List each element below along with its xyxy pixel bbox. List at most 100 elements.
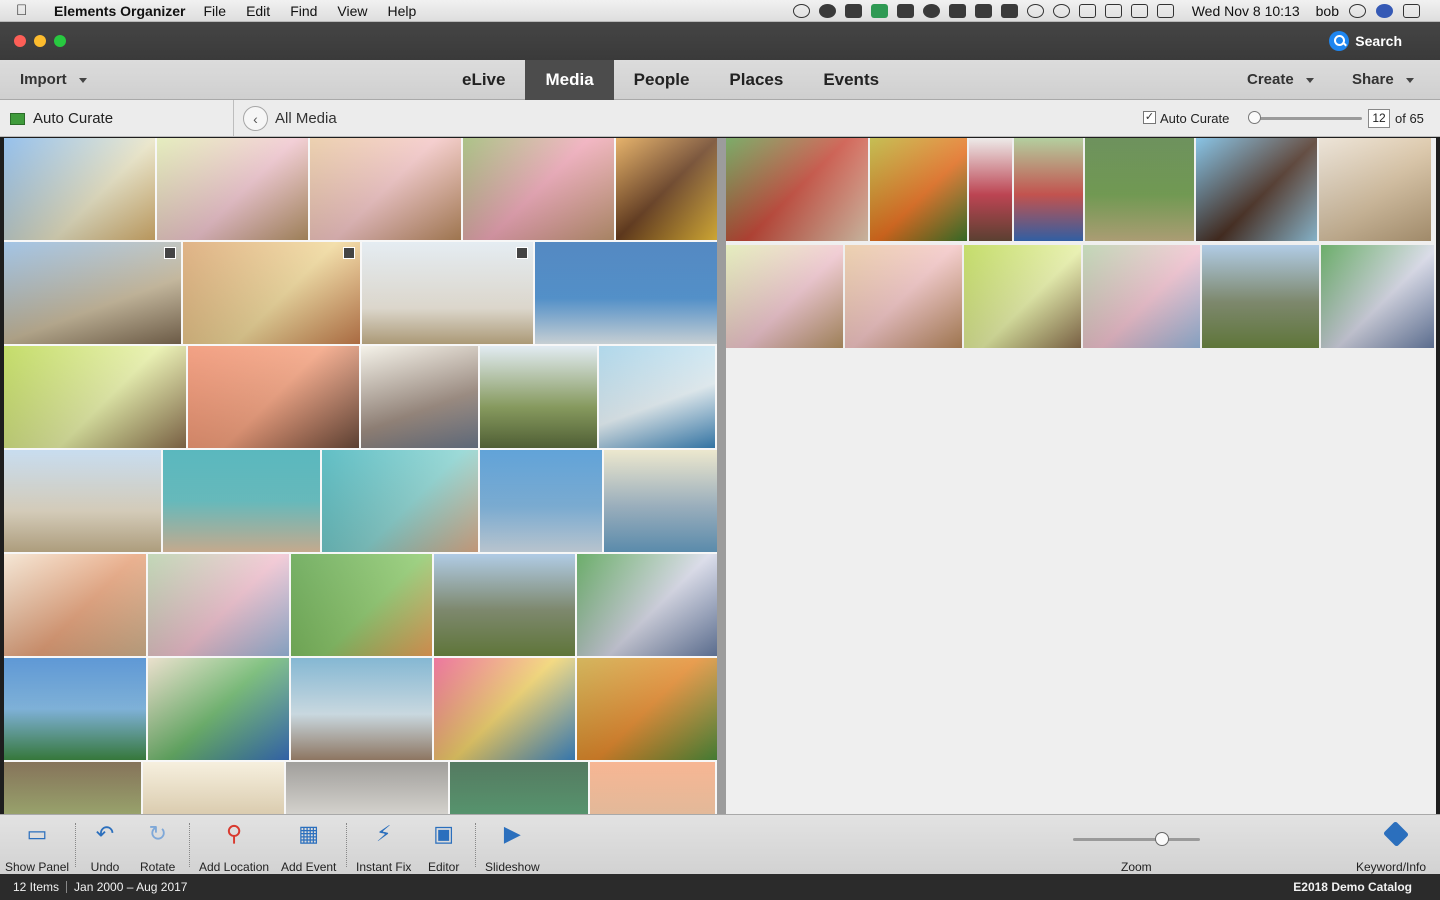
wifi-icon[interactable] — [1104, 3, 1122, 18]
search-agent-icon[interactable] — [1026, 3, 1044, 18]
photo-thumbnail[interactable] — [163, 450, 320, 552]
time-machine-icon[interactable] — [1052, 3, 1070, 18]
photo-thumbnail[interactable] — [157, 138, 308, 240]
battery-icon[interactable] — [1156, 3, 1174, 18]
photo-thumbnail[interactable] — [577, 658, 717, 760]
clock[interactable]: Wed Nov 8 10:13 — [1192, 3, 1300, 19]
show-panel-button[interactable]: ▭ Show Panel — [5, 819, 69, 874]
photo-thumbnail[interactable] — [480, 450, 602, 552]
photo-thumbnail[interactable] — [870, 138, 967, 241]
zoom-slider-thumb[interactable] — [1154, 832, 1169, 846]
photo-thumbnail[interactable] — [434, 658, 575, 760]
zoom-window-button[interactable] — [54, 35, 66, 47]
bluetooth-icon[interactable] — [1078, 3, 1096, 18]
photo-thumbnail[interactable] — [188, 346, 359, 448]
undo-button[interactable]: ↶ Undo — [90, 819, 120, 874]
menu-edit[interactable]: Edit — [246, 3, 270, 19]
photo-thumbnail[interactable] — [4, 658, 146, 760]
drive-icon[interactable] — [896, 3, 914, 18]
photo-thumbnail[interactable] — [1196, 138, 1317, 241]
photo-thumbnail[interactable] — [726, 138, 868, 241]
siri-icon[interactable] — [1376, 3, 1393, 18]
menu-view[interactable]: View — [337, 3, 367, 19]
photo-thumbnail[interactable] — [590, 762, 715, 814]
photo-thumbnail[interactable] — [4, 450, 161, 552]
photo-thumbnail[interactable] — [1202, 245, 1319, 348]
photo-thumbnail[interactable] — [143, 762, 284, 814]
slideshow-button[interactable]: ▶ Slideshow — [485, 819, 540, 874]
app-menu[interactable]: Elements Organizer — [54, 3, 186, 19]
photo-thumbnail[interactable] — [291, 658, 432, 760]
photo-thumbnail[interactable] — [4, 762, 141, 814]
photo-thumbnail[interactable] — [726, 245, 843, 348]
photo-thumbnail[interactable] — [845, 245, 962, 348]
photo-thumbnail[interactable] — [1083, 245, 1200, 348]
instant-fix-button[interactable]: ⚡ Instant Fix — [356, 819, 411, 874]
photo-thumbnail[interactable] — [291, 554, 432, 656]
keyword-info-button[interactable]: Keyword/Info — [1356, 819, 1426, 874]
spotlight-icon[interactable] — [1349, 3, 1366, 18]
add-event-button[interactable]: ▦ Add Event — [281, 819, 336, 874]
rotate-button[interactable]: ↻ Rotate — [140, 819, 175, 874]
search-button[interactable]: Search — [1329, 31, 1402, 51]
photo-thumbnail[interactable] — [148, 554, 289, 656]
photo-thumbnail[interactable] — [1014, 138, 1083, 241]
auto-curate-checkbox[interactable]: ✓ — [1143, 111, 1156, 124]
display-icon[interactable] — [974, 3, 992, 18]
curate-count-input[interactable]: 12 — [1368, 109, 1390, 128]
photo-thumbnail[interactable] — [286, 762, 448, 814]
photo-thumbnail[interactable] — [964, 245, 1081, 348]
photo-thumbnail[interactable] — [310, 138, 461, 240]
share-button[interactable]: Share — [1352, 71, 1414, 88]
photo-thumbnail[interactable] — [577, 554, 717, 656]
dropbox-icon[interactable] — [844, 3, 862, 18]
photo-thumbnail[interactable] — [4, 138, 155, 240]
app-badge-icon[interactable] — [870, 3, 888, 18]
minimize-window-button[interactable] — [34, 35, 46, 47]
auto-curate-checkbox-label[interactable]: Auto Curate — [1160, 111, 1229, 126]
menu-find[interactable]: Find — [290, 3, 317, 19]
notification-center-icon[interactable] — [1403, 3, 1420, 18]
photo-thumbnail[interactable] — [535, 242, 717, 344]
apple-menu-icon[interactable]:  — [16, 2, 40, 19]
photo-thumbnail[interactable] — [434, 554, 575, 656]
back-button[interactable]: ‹ — [243, 106, 268, 131]
photo-thumbnail[interactable] — [1321, 245, 1434, 348]
photo-thumbnail[interactable] — [4, 554, 146, 656]
catalog-name[interactable]: E2018 Demo Catalog — [1293, 880, 1412, 894]
editor-button[interactable]: ▣ Editor — [428, 819, 459, 874]
photo-thumbnail[interactable] — [1319, 138, 1431, 241]
photo-thumbnail[interactable] — [322, 450, 478, 552]
photo-thumbnail[interactable] — [148, 658, 289, 760]
photo-thumbnail[interactable] — [480, 346, 597, 448]
tab-media[interactable]: Media — [525, 60, 614, 100]
curate-slider-track[interactable] — [1250, 117, 1362, 120]
cloud-icon[interactable] — [922, 3, 940, 18]
photo-thumbnail[interactable] — [604, 450, 717, 552]
tab-elive[interactable]: eLive — [442, 60, 525, 100]
import-button[interactable]: Import — [20, 71, 87, 88]
photo-thumbnail[interactable] — [1085, 138, 1194, 241]
photo-thumbnail[interactable] — [361, 346, 478, 448]
photo-thumbnail[interactable] — [463, 138, 614, 240]
photo-thumbnail[interactable] — [450, 762, 588, 814]
create-button[interactable]: Create — [1247, 71, 1314, 88]
photo-thumbnail[interactable] — [616, 138, 717, 240]
close-window-button[interactable] — [14, 35, 26, 47]
auto-curate-panel-header[interactable]: Auto Curate — [4, 100, 234, 137]
photo-thumbnail[interactable] — [969, 138, 1012, 241]
screens-icon[interactable] — [1000, 3, 1018, 18]
photo-thumbnail[interactable] — [599, 346, 715, 448]
user-menu[interactable]: bob — [1316, 3, 1339, 19]
clipboard-icon[interactable] — [948, 3, 966, 18]
tab-people[interactable]: People — [614, 60, 710, 100]
menu-file[interactable]: File — [204, 3, 227, 19]
tab-places[interactable]: Places — [709, 60, 803, 100]
video-thumbnail[interactable] — [183, 242, 360, 344]
menu-help[interactable]: Help — [388, 3, 417, 19]
creative-cloud-icon[interactable] — [818, 3, 836, 18]
tab-events[interactable]: Events — [803, 60, 899, 100]
video-thumbnail[interactable] — [4, 242, 181, 344]
sync-icon[interactable] — [792, 3, 810, 18]
video-thumbnail[interactable] — [362, 242, 533, 344]
